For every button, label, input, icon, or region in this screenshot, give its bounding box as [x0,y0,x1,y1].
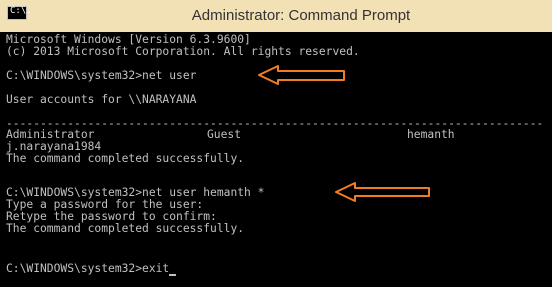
console-line: C:\WINDOWS\system32>exit [6,262,170,275]
title-bar[interactable]: C:\. Administrator: Command Prompt [0,0,552,32]
console-line: C:\WINDOWS\system32>net user [6,69,197,82]
window-title: Administrator: Command Prompt [191,7,411,24]
arrow-annotation-net-user-hemanth [335,182,430,202]
account-name: Guest [207,128,242,141]
console-line: User accounts for \\NARAYANA [6,93,197,106]
text-cursor [169,274,177,276]
console-line: (c) 2013 Microsoft Corporation. All righ… [6,45,360,58]
console-line: The command completed successfully. [6,152,245,165]
arrow-annotation-net-user [258,65,345,85]
prompt-line[interactable]: C:\WINDOWS\system32>exit [6,259,177,277]
console-line: The command completed successfully. [6,222,245,235]
account-name: hemanth [407,128,455,141]
